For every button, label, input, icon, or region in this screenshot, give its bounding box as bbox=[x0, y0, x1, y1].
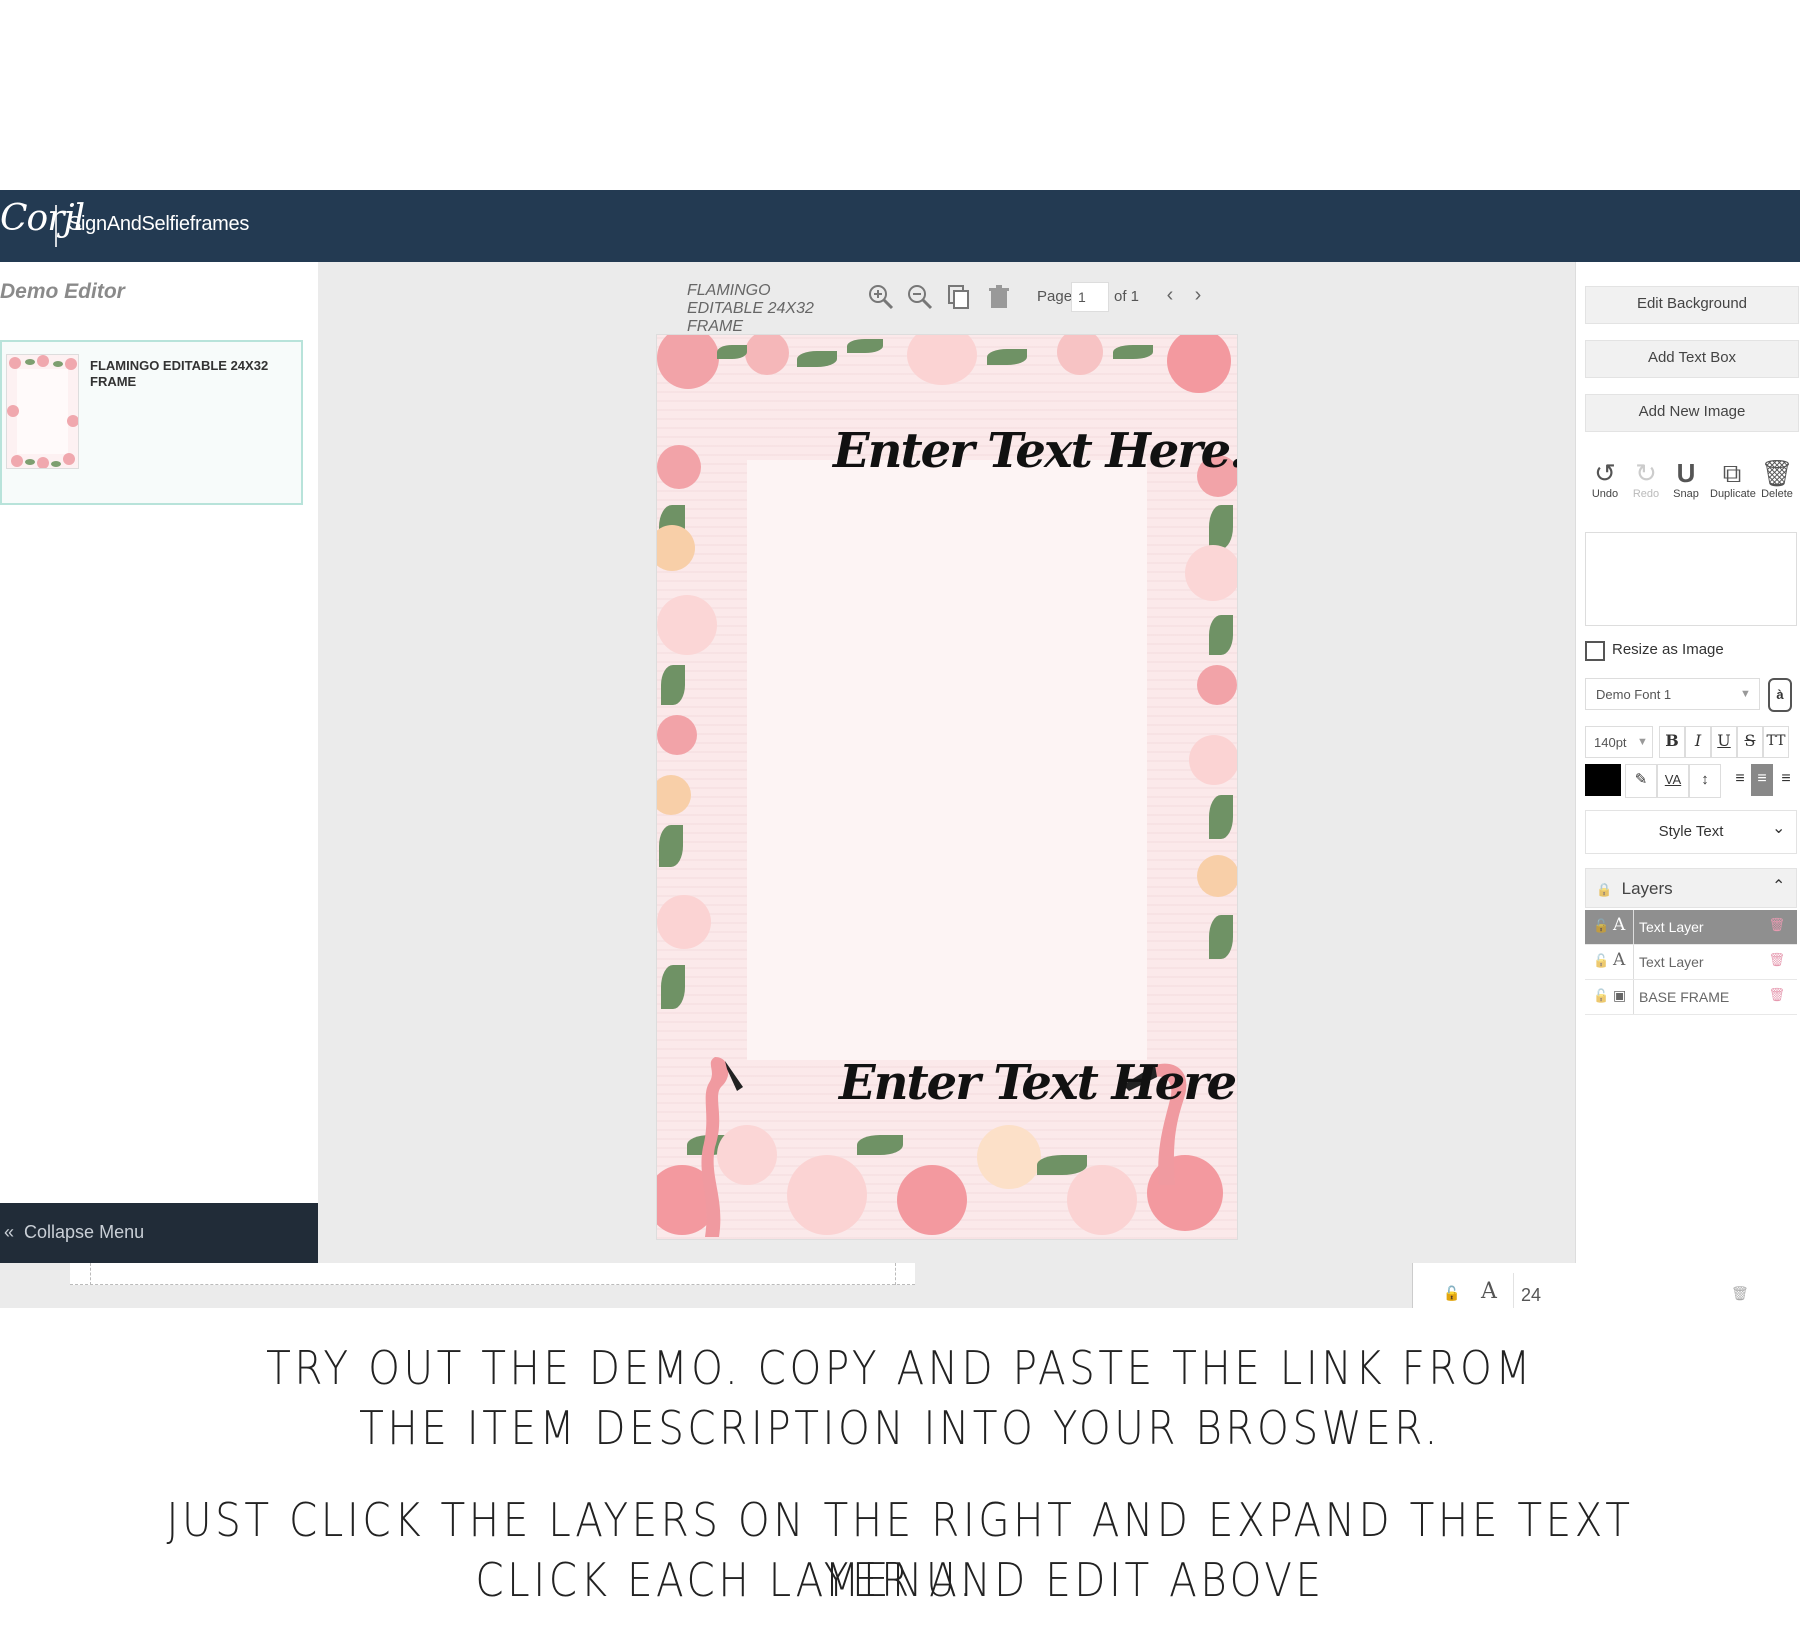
unlock-icon[interactable]: 🔓 bbox=[1593, 953, 1609, 969]
logo-divider bbox=[55, 205, 57, 247]
all-caps-button[interactable]: TT bbox=[1763, 726, 1789, 758]
trash-icon[interactable] bbox=[986, 284, 1012, 310]
redo-icon: ↻ bbox=[1635, 458, 1657, 488]
italic-button[interactable]: I bbox=[1685, 726, 1711, 758]
bold-button[interactable]: B bbox=[1659, 726, 1685, 758]
unlock-icon[interactable]: 🔓 bbox=[1593, 918, 1609, 934]
add-text-box-button[interactable]: Add Text Box bbox=[1585, 340, 1799, 378]
image-type-icon: ▣ bbox=[1613, 988, 1627, 1004]
delete-label: Delete bbox=[1761, 488, 1793, 500]
trash-icon: 🗑 bbox=[1760, 458, 1794, 488]
instruction-line-4: CLICK EACH LAYER AND EDIT ABOVE bbox=[475, 1553, 1325, 1607]
text-type-icon: A bbox=[1613, 915, 1626, 935]
duplicate-icon: ⧉ bbox=[1722, 458, 1742, 488]
undo-icon: ↺ bbox=[1594, 458, 1616, 488]
text-type-icon: A bbox=[1481, 1279, 1497, 1304]
page-label: Page bbox=[1037, 288, 1073, 305]
redo-button[interactable]: ↻ Redo bbox=[1624, 458, 1668, 500]
font-select-caret-icon: ▼ bbox=[1740, 688, 1751, 700]
undo-label: Undo bbox=[1591, 488, 1619, 500]
unlock-icon: 🔓 bbox=[1443, 1285, 1461, 1301]
style-text-toggle[interactable]: Style Text bbox=[1585, 810, 1797, 854]
duplicate-button[interactable]: ⧉ Duplicate bbox=[1710, 458, 1756, 500]
resize-as-image-label: Resize as Image bbox=[1612, 641, 1724, 658]
layer-row[interactable]: 🔓 A Text Layer 🗑 bbox=[1585, 910, 1797, 945]
snap-label: Snap bbox=[1673, 488, 1699, 500]
snap-button[interactable]: U Snap bbox=[1664, 458, 1708, 500]
strikethrough-button[interactable]: S bbox=[1737, 726, 1763, 758]
unlock-icon[interactable]: 🔓 bbox=[1593, 988, 1609, 1004]
font-upload-icon[interactable]: à bbox=[1768, 678, 1792, 712]
page-total: of 1 bbox=[1114, 288, 1140, 305]
canvas-text-top[interactable]: Enter Text Here... bbox=[833, 423, 1237, 479]
edit-background-button[interactable]: Edit Background bbox=[1585, 286, 1799, 324]
trash-icon[interactable]: 🗑 bbox=[1768, 952, 1785, 968]
text-type-icon: A bbox=[1613, 950, 1626, 970]
layer-name: BASE FRAME bbox=[1639, 989, 1730, 1005]
layer-row[interactable]: 🔓 A Text Layer 🗑 bbox=[1585, 945, 1797, 980]
trash-icon[interactable]: 🗑 bbox=[1768, 917, 1785, 933]
align-left-icon[interactable]: ≡ bbox=[1729, 764, 1751, 796]
add-new-image-button[interactable]: Add New Image bbox=[1585, 394, 1799, 432]
resize-as-image-checkbox[interactable] bbox=[1585, 641, 1605, 661]
frame-center bbox=[747, 460, 1147, 1060]
line-height-icon[interactable]: ↕ bbox=[1689, 764, 1721, 798]
zoom-in-icon[interactable] bbox=[868, 284, 894, 310]
trash-icon[interactable]: 🗑 bbox=[1768, 987, 1785, 1003]
zoom-out-icon[interactable] bbox=[907, 284, 933, 310]
cropped-dashed-area bbox=[70, 1263, 915, 1285]
double-chevron-left-icon: « bbox=[4, 1222, 15, 1242]
layer-name: Text Layer bbox=[1639, 954, 1704, 970]
layer-row[interactable]: 🔓 ▣ BASE FRAME 🗑 bbox=[1585, 980, 1797, 1015]
design-canvas[interactable]: Enter Text Here... Enter Text Here... bbox=[656, 334, 1238, 1240]
next-page-icon[interactable]: › bbox=[1186, 284, 1210, 312]
text-edit-area[interactable] bbox=[1585, 532, 1797, 626]
page-number-input[interactable]: 1 bbox=[1071, 282, 1109, 312]
template-thumbnail[interactable] bbox=[6, 354, 79, 469]
layers-title: Layers bbox=[1621, 879, 1673, 898]
trash-icon: 🗑 bbox=[1731, 1285, 1749, 1301]
redo-label: Redo bbox=[1632, 488, 1660, 500]
font-select[interactable]: Demo Font 1 bbox=[1585, 678, 1760, 710]
align-right-icon[interactable]: ≡ bbox=[1775, 764, 1797, 796]
flamingo-left-illustration bbox=[701, 1057, 743, 1237]
layer-name: Text Layer bbox=[1639, 919, 1704, 935]
prev-page-icon[interactable]: ‹ bbox=[1158, 284, 1182, 312]
align-center-icon[interactable]: ≡ bbox=[1751, 764, 1773, 796]
layer-value: 24 bbox=[1521, 1285, 1542, 1305]
store-name: SignAndSelfieframes bbox=[68, 213, 250, 235]
magnet-icon: U bbox=[1676, 458, 1696, 488]
canvas-text-bottom[interactable]: Enter Text Here... bbox=[839, 1055, 1237, 1111]
undo-button[interactable]: ↺ Undo bbox=[1583, 458, 1627, 500]
delete-button[interactable]: 🗑 Delete bbox=[1755, 458, 1799, 500]
copy-page-icon[interactable] bbox=[946, 284, 972, 310]
duplicate-label: Duplicate bbox=[1710, 488, 1756, 500]
text-color-swatch[interactable] bbox=[1585, 764, 1621, 796]
layers-header[interactable]: 🔒 Layers bbox=[1585, 868, 1797, 908]
letter-spacing-button[interactable]: VA bbox=[1657, 764, 1689, 798]
chevron-down-icon: ⌄ bbox=[1772, 820, 1786, 837]
size-select-caret-icon: ▼ bbox=[1637, 736, 1648, 748]
lock-icon: 🔒 bbox=[1596, 882, 1613, 897]
instruction-line-1: TRY OUT THE DEMO. COPY AND PASTE THE LIN… bbox=[266, 1341, 1534, 1395]
chevron-up-icon: ⌃ bbox=[1772, 878, 1786, 895]
template-label[interactable]: FLAMINGO EDITABLE 24X32 FRAME bbox=[90, 358, 290, 390]
eyedropper-icon[interactable]: ✎ bbox=[1625, 764, 1657, 798]
underline-button[interactable]: U bbox=[1711, 726, 1737, 758]
collapse-menu-label: Collapse Menu bbox=[24, 1222, 145, 1242]
cropped-layer-row: 🔓 A 24 🗑 bbox=[1412, 1263, 1800, 1308]
panel-title: Demo Editor bbox=[0, 280, 125, 303]
collapse-menu-button[interactable]: « Collapse Menu bbox=[0, 1203, 318, 1263]
top-bar bbox=[0, 190, 1800, 262]
document-name: FLAMINGO EDITABLE 24X32 FRAME bbox=[687, 282, 814, 335]
instruction-line-2: THE ITEM DESCRIPTION INTO YOUR BROSWER. bbox=[359, 1401, 1441, 1455]
